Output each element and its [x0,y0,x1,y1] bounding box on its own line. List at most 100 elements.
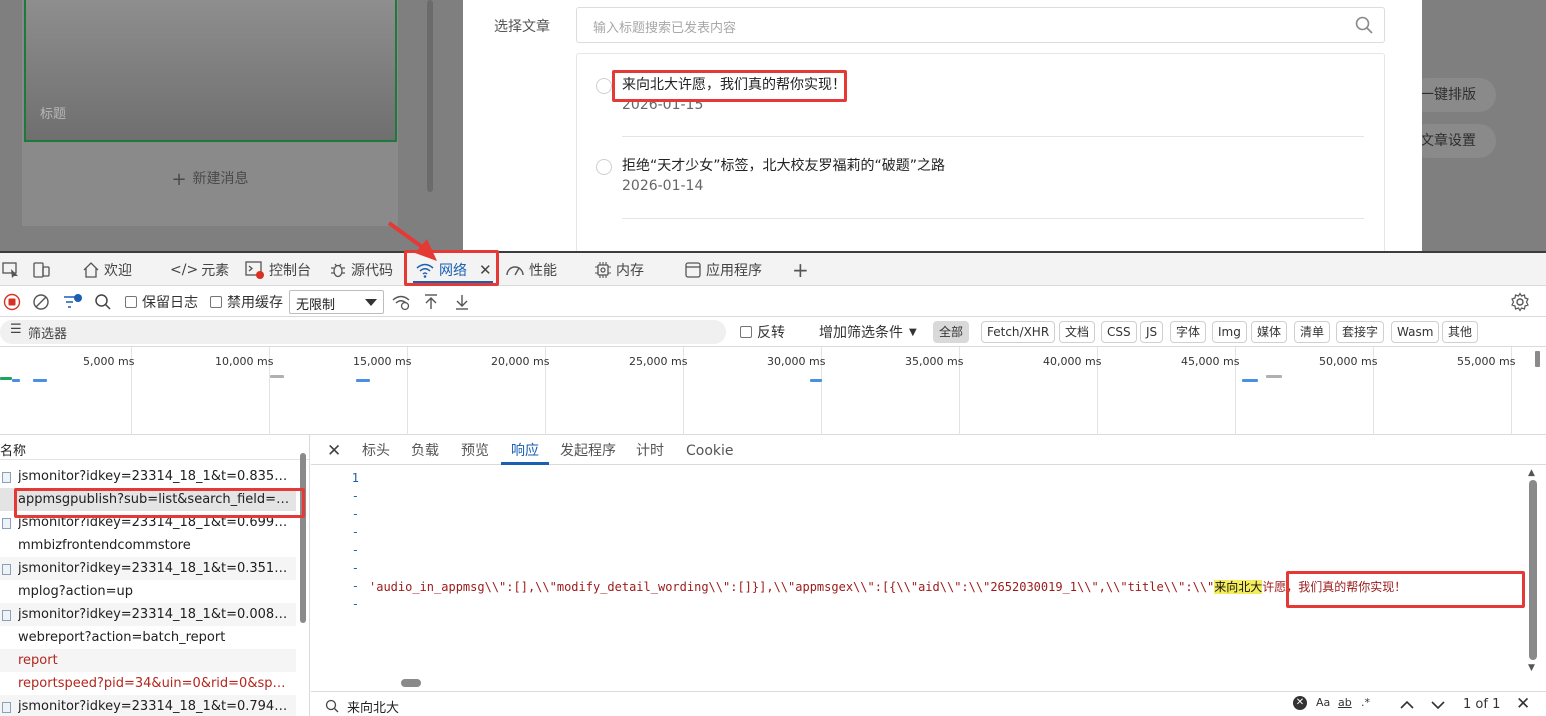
clear-icon[interactable] [32,287,50,317]
add-tab-icon[interactable]: + [792,253,809,286]
tab-application[interactable]: 应用程序 [684,253,762,286]
request-row[interactable]: jsmonitor?idkey=23314_18_1&t=0.35132... [0,557,296,580]
article-item[interactable]: 拒绝“天才少女”标签，北大校友罗福莉的“破题”之路 2026-01-14 [577,137,1384,219]
throttling-select[interactable]: 无限制 [289,290,384,314]
annotation-arrow-icon [387,221,437,261]
search-icon[interactable] [1354,15,1374,35]
filter-input[interactable]: ☰ 筛选器 [0,320,726,344]
one-click-layout-button[interactable]: 一键排版 [1410,78,1496,112]
line-number: - [351,597,359,611]
request-row[interactable]: jsmonitor?idkey=23314_18_1&t=0.00847... [0,603,296,626]
timeline-label: 25,000 ms [629,355,688,368]
request-row-failed[interactable]: report [0,649,296,672]
gear-icon[interactable] [1510,287,1530,317]
checkbox-box[interactable] [740,326,752,338]
scroll-down-icon[interactable]: ▼ [1528,663,1535,673]
response-search-input[interactable]: 来向北大 [347,697,399,716]
window-icon [685,261,701,278]
inspect-element-icon[interactable] [2,253,24,286]
article-radio[interactable] [596,78,612,94]
request-row-failed[interactable]: reportspeed?pid=34&uin=0&rid=0&spe... [0,672,296,695]
web-page-area: 标题 + 新建消息 一键排版 文章设置 选择文章 输入标题搜索已发表内容 来向北大… [0,0,1546,251]
match-case-icon[interactable]: Aa [1316,696,1330,709]
checkbox-box[interactable] [210,296,222,308]
select-article-dialog: 选择文章 输入标题搜索已发表内容 来向北大许愿，我们真的帮你实现！ 2026-0… [463,0,1422,251]
request-row[interactable]: mplog?action=up [0,580,296,603]
checkbox-box[interactable] [125,296,137,308]
timeline-scrollbar[interactable] [1535,351,1540,367]
request-name: reportspeed?pid=34&uin=0&rid=0&spe... [18,676,292,691]
tab-elements[interactable]: </> 元素 [170,253,229,286]
filter-toggle-icon[interactable] [63,287,83,317]
tab-welcome[interactable]: 欢迎 [82,253,132,286]
tab-sources[interactable]: 源代码 [329,253,393,286]
scroll-up-icon[interactable]: ▲ [1528,468,1535,478]
filter-chip-other[interactable]: 其他 [1442,321,1479,343]
filter-chip-js[interactable]: JS [1140,321,1164,343]
invert-checkbox[interactable]: 反转 [740,317,785,347]
tab-console-label: 控制台 [269,262,311,279]
left-panel-scrollbar[interactable] [427,0,433,192]
request-name: report [18,653,58,668]
request-row[interactable]: mmbizfrontendcommstore [0,534,296,557]
filter-chip-css[interactable]: CSS [1101,321,1137,343]
network-toolbar: 保留日志 禁用缓存 无限制 [0,287,1546,317]
request-row[interactable]: jsmonitor?idkey=23314_18_1&t=0.79444... [0,695,296,716]
detail-tab-bar: ✕ 标头 负载 预览 响应 发起程序 计时 Cookie [311,435,1546,465]
import-har-icon[interactable] [422,287,440,317]
tab-performance[interactable]: 性能 [505,253,557,286]
new-message-button[interactable]: + 新建消息 [22,168,398,190]
timeline-bar [0,377,12,380]
search-icon[interactable] [94,287,112,317]
tab-console[interactable]: 控制台 [245,253,311,286]
response-vertical-scrollbar[interactable] [1529,480,1537,660]
preserve-log-checkbox[interactable]: 保留日志 [125,287,198,317]
filter-chip-font[interactable]: 字体 [1170,321,1207,343]
request-list-scrollbar[interactable] [300,453,306,623]
tab-cookie[interactable]: Cookie [686,435,734,465]
filter-chip-wasm[interactable]: Wasm [1391,321,1440,343]
article-cover-thumbnail[interactable]: 标题 [24,0,397,142]
chevron-up-icon[interactable] [1399,698,1415,712]
network-timeline-overview[interactable]: 5,000 ms 10,000 ms 15,000 ms 20,000 ms 2… [0,347,1546,435]
more-filters-dropdown[interactable]: 增加筛选条件 ▼ [819,317,917,347]
name-column-header[interactable]: 名称 [0,435,309,460]
network-conditions-icon[interactable] [391,287,411,317]
timeline-label: 50,000 ms [1319,355,1378,368]
close-search-icon[interactable]: ✕ [1516,694,1530,714]
tab-response[interactable]: 响应 [511,435,539,465]
device-emulation-icon[interactable] [32,253,54,286]
filter-chip-fetch-xhr[interactable]: Fetch/XHR [981,321,1056,343]
article-radio[interactable] [596,159,612,175]
article-search-input[interactable]: 输入标题搜索已发表内容 [576,7,1385,43]
filter-chip-all[interactable]: 全部 [933,321,970,343]
filter-chip-media[interactable]: 媒体 [1251,321,1288,343]
response-horizontal-scrollbar[interactable] [401,679,421,687]
tab-preview[interactable]: 预览 [461,435,489,465]
response-search-bar[interactable]: 来向北大 ✕ Aa ab .* 1 of 1 ✕ [311,691,1546,716]
request-row[interactable]: jsmonitor?idkey=23314_18_1&t=0.83541... [0,465,296,488]
file-icon [2,702,11,713]
close-icon[interactable]: ✕ [327,435,341,465]
tab-timing[interactable]: 计时 [636,435,664,465]
filter-chip-img[interactable]: Img [1212,321,1247,343]
timeline-bar [1242,379,1258,382]
tab-initiator[interactable]: 发起程序 [560,435,616,465]
stop-recording-icon[interactable] [3,287,21,317]
export-har-icon[interactable] [453,287,471,317]
clear-search-icon[interactable]: ✕ [1293,696,1307,710]
timeline-bar [810,379,822,382]
disable-cache-checkbox[interactable]: 禁用缓存 [210,287,283,317]
chevron-down-icon[interactable] [1430,698,1446,712]
line-number: - [351,525,359,539]
whole-word-icon[interactable]: ab [1338,696,1352,709]
article-settings-button[interactable]: 文章设置 [1410,124,1496,158]
request-row[interactable]: webreport?action=batch_report [0,626,296,649]
filter-chip-doc[interactable]: 文档 [1059,321,1096,343]
filter-chip-socket[interactable]: 套接字 [1336,321,1385,343]
filter-chip-manifest[interactable]: 清单 [1294,321,1331,343]
tab-memory[interactable]: 内存 [594,253,644,286]
regex-icon[interactable]: .* [1361,696,1370,709]
tab-headers[interactable]: 标头 [362,435,390,465]
tab-payload[interactable]: 负载 [411,435,439,465]
